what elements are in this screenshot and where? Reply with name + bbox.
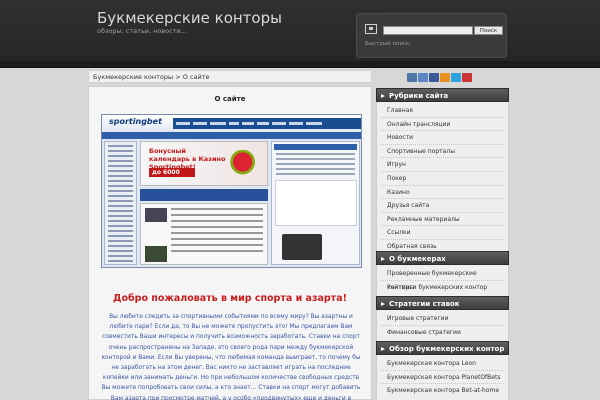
sidebar-section: Рубрики сайта Главная Онлайн трансляции Нов…	[376, 88, 509, 257]
sidebar-link[interactable]: Казино	[381, 186, 504, 200]
shot-subnav	[102, 132, 361, 139]
sidebar-list: Главная Онлайн трансляции Новости Спортивны…	[376, 102, 509, 257]
welcome-heading: Добро пожаловать в мир спорта и азарта!	[113, 293, 347, 304]
social-share-bar	[407, 73, 472, 83]
sidebar-link[interactable]: Букмекерская контора Bet-at-home	[381, 384, 504, 398]
shot-nav	[173, 118, 361, 129]
sidebar-link[interactable]: Новости	[381, 131, 504, 145]
sidebar-link[interactable]: Ссылки	[381, 226, 504, 240]
sidebar-link[interactable]: Букмекерская контора PlanetOfBets	[381, 371, 504, 385]
shot-news	[140, 203, 268, 265]
site-header: Букмекерские конторы обзоры, статьи, нов…	[0, 0, 600, 68]
sidebar-section-title: Рубрики сайта	[376, 88, 509, 102]
site-subtitle: обзоры, статьи, новости...	[97, 27, 187, 35]
page-title: О сайте	[214, 95, 246, 103]
sidebar-link[interactable]: Спортивные порталы	[381, 145, 504, 159]
sidebar-link[interactable]: Рекламные материалы	[381, 213, 504, 227]
sidebar-section-title: Стратегии ставок	[376, 296, 509, 310]
sidebar-section: Стратегии ставок Игровые стратегии Финансо…	[376, 296, 509, 343]
sidebar-link[interactable]: Рейтинги букмекерских контор	[381, 281, 504, 295]
sidebar-link[interactable]: Букмекерская контора Leon	[381, 357, 504, 371]
mailru-icon[interactable]	[418, 73, 428, 82]
about-text: Вы любите следить за спортивными события…	[101, 314, 361, 400]
google-plus-icon[interactable]	[462, 73, 472, 82]
shot-phones-image	[282, 234, 322, 260]
shot-banner-price: до 6000 Евро	[149, 168, 195, 185]
breadcrumb[interactable]: Букмекерские конторы > О сайте	[88, 70, 372, 83]
twitter-icon[interactable]	[451, 73, 461, 82]
vk-icon[interactable]	[407, 73, 417, 82]
sidebar-link[interactable]: Друзья сайта	[381, 199, 504, 213]
sidebar-list: Игровые стратегии Финансовые стратегии	[376, 310, 509, 343]
sidebar-link[interactable]: Игрун	[381, 158, 504, 172]
shot-left-column	[104, 141, 137, 265]
main-content: О сайте sportingbet Бонусный календарь в…	[88, 86, 372, 400]
sidebar-link[interactable]: Игровые стратегии	[381, 312, 504, 326]
shot-banner: Бонусный календарь в Казино Sportingbet!…	[140, 141, 268, 186]
shot-odds-table	[275, 180, 357, 226]
sidebar-section: О букмекерах Проверенные букмекерские кон…	[376, 251, 509, 298]
site-title[interactable]: Букмекерские конторы	[97, 9, 282, 27]
sidebar-list: Букмекерская контора Leon Букмекерская ко…	[376, 355, 509, 400]
facebook-icon[interactable]	[429, 73, 439, 82]
shot-right-column	[271, 141, 360, 265]
search-input[interactable]	[383, 26, 473, 35]
sidebar-list: Проверенные букмекерские конторы Рейтинги…	[376, 265, 509, 298]
sidebar-section: Обзор букмекерских контор Букмекерская ко…	[376, 341, 509, 400]
sidebar-section-title: О букмекерах	[376, 251, 509, 265]
odnoklassniki-icon[interactable]	[440, 73, 450, 82]
sportingbet-screenshot[interactable]: sportingbet Бонусный календарь в Казино …	[101, 114, 362, 268]
sportingbet-logo: sportingbet	[109, 117, 162, 126]
shot-topbar: sportingbet	[102, 115, 361, 131]
news-thumbnail	[145, 246, 167, 262]
search-panel: Поиск Быстрый поиск:	[356, 13, 507, 58]
sidebar-section-title: Обзор букмекерских контор	[376, 341, 509, 355]
search-button[interactable]: Поиск	[474, 26, 503, 35]
sidebar-link[interactable]: Покер	[381, 172, 504, 186]
sidebar-link[interactable]: Финансовые стратегии	[381, 326, 504, 340]
shot-strip	[140, 189, 268, 201]
sidebar-link[interactable]: Проверенные букмекерские конторы	[381, 267, 504, 291]
sidebar-link[interactable]: Главная	[381, 104, 504, 118]
search-label: Быстрый поиск:	[365, 41, 412, 47]
sidebar-link[interactable]: Онлайн трансляции	[381, 118, 504, 132]
search-icon	[365, 24, 377, 34]
gifts-image	[229, 150, 263, 180]
news-thumbnail	[145, 208, 167, 222]
